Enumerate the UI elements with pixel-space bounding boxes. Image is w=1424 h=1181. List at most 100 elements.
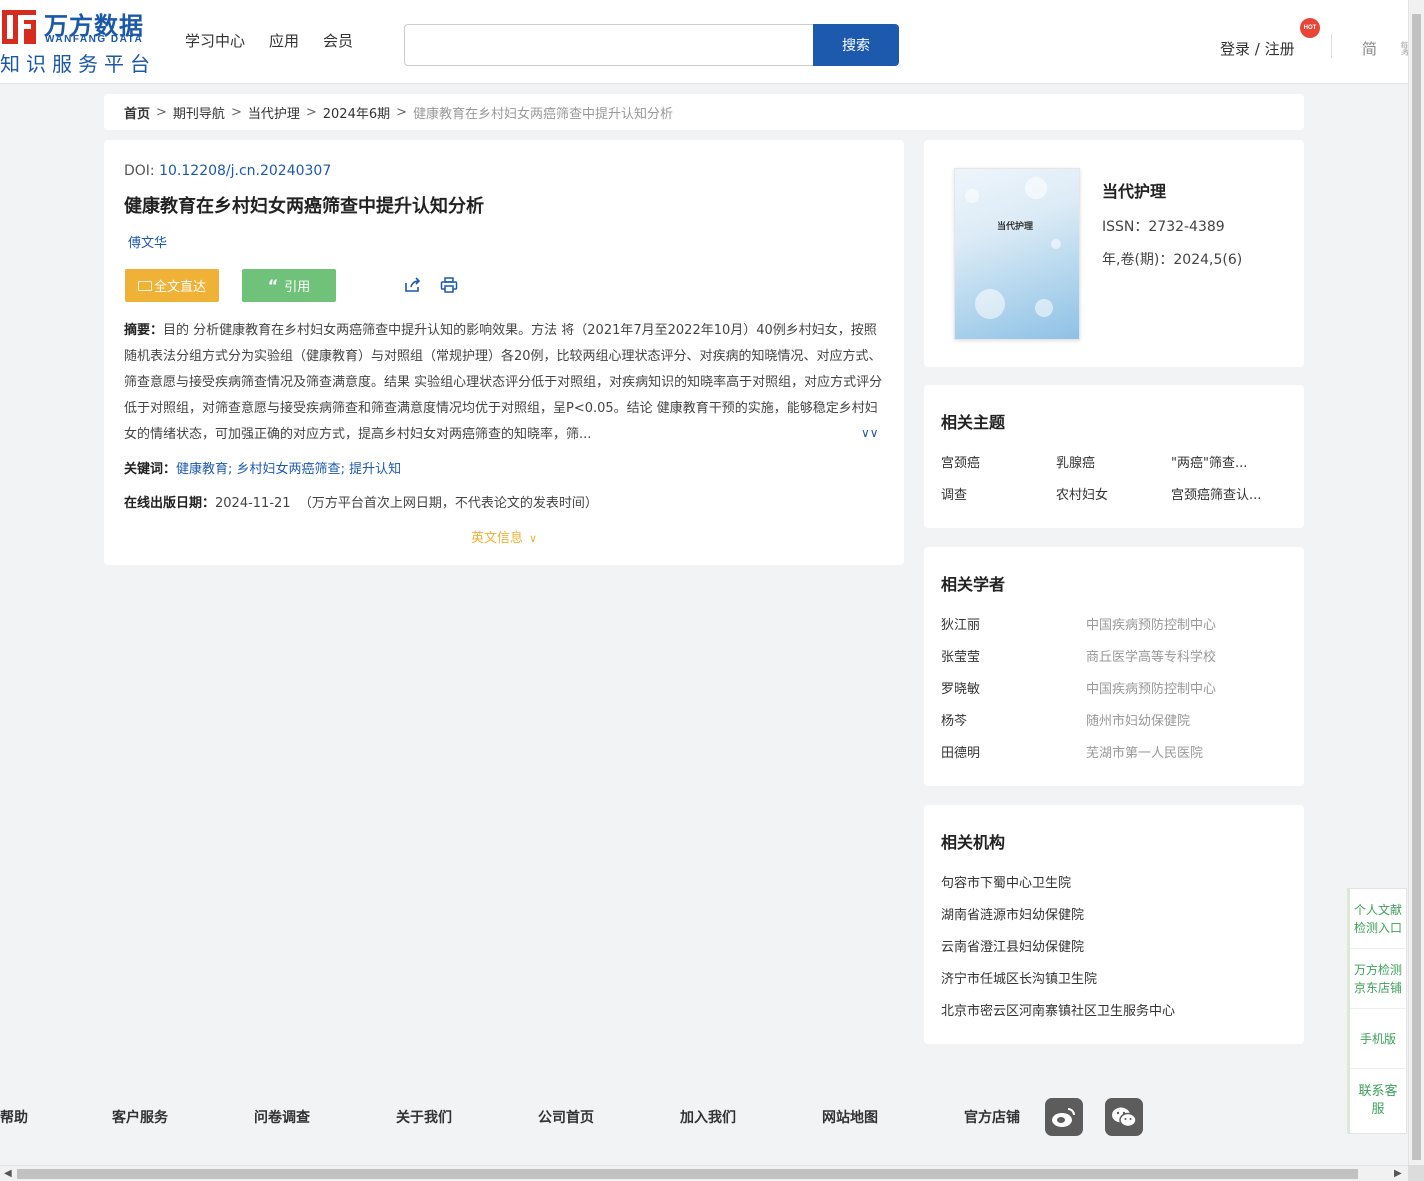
fulltext-label: 全文直达 [153, 280, 206, 295]
logo-subtitle: 知识服务平台 [0, 52, 156, 76]
expand-abstract-icon[interactable]: ∨∨ [861, 426, 879, 440]
hot-badge: HOT [1300, 18, 1320, 38]
doi-line: DOI: 10.12208/j.cn.20240307 [124, 163, 331, 179]
topic-item[interactable]: 乳腺癌 [1056, 452, 1095, 471]
english-info-toggle[interactable]: 英文信息 ∨ [104, 527, 904, 546]
topic-item[interactable]: 宫颈癌 [941, 452, 980, 471]
weibo-icon[interactable] [1045, 1098, 1083, 1136]
search-input[interactable] [404, 24, 814, 66]
scholar-org[interactable]: 随州市妇幼保健院 [1086, 710, 1190, 729]
nav-item-apps[interactable]: 应用 [269, 30, 299, 51]
cite-label: 引用 [284, 280, 311, 295]
panel-title: 相关主题 [941, 413, 1006, 432]
scholar-org[interactable]: 中国疾病预防控制中心 [1086, 678, 1216, 697]
panel-title: 相关机构 [941, 833, 1006, 852]
scholar-org[interactable]: 芜湖市第一人民医院 [1086, 742, 1203, 761]
breadcrumb-current: 健康教育在乡村妇女两癌筛查中提升认知分析 [413, 106, 674, 122]
logo-mark-icon [2, 10, 42, 49]
breadcrumb-sep: > [156, 104, 167, 120]
journal-cover[interactable]: 当代护理 [954, 168, 1080, 340]
footer-about[interactable]: 关于我们 [396, 1107, 452, 1127]
fulltext-icon [137, 280, 152, 291]
share-icon[interactable] [404, 277, 422, 293]
horizontal-scrollbar[interactable]: ◀ ▶ [0, 1165, 1408, 1181]
keyword-link[interactable]: 健康教育 [176, 462, 228, 477]
breadcrumb-sep: > [396, 104, 408, 120]
float-mobile[interactable]: 手机版 [1350, 1009, 1406, 1069]
topic-item[interactable]: "两癌"筛查... [1171, 452, 1247, 471]
scroll-right-icon[interactable]: ▶ [1394, 1168, 1402, 1179]
org-item[interactable]: 句容市下蜀中心卫生院 [941, 872, 1071, 891]
scroll-left-icon[interactable]: ◀ [4, 1168, 12, 1179]
vertical-scroll-thumb[interactable] [1412, 14, 1421, 1160]
search-button[interactable]: 搜索 [813, 24, 899, 66]
login-register-link[interactable]: 登录 / 注册 [1220, 38, 1295, 59]
journal-panel: 当代护理 当代护理 ISSN：2732-4389 年,卷(期)：2024,5(6… [924, 140, 1304, 367]
scholar-org[interactable]: 中国疾病预防控制中心 [1086, 614, 1216, 633]
org-item[interactable]: 北京市密云区河南寨镇社区卫生服务中心 [941, 1000, 1175, 1019]
quote-icon: “ [267, 275, 279, 295]
breadcrumb-issue[interactable]: 2024年6期 [323, 103, 390, 122]
footer-customer-service[interactable]: 客户服务 [112, 1107, 168, 1127]
wechat-icon[interactable] [1105, 1098, 1143, 1136]
breadcrumb: 首页 > 期刊导航 > 当代护理 > 2024年6期 > 健康教育在乡村妇女两癌… [104, 94, 1304, 130]
breadcrumb-journal[interactable]: 当代护理 [248, 103, 300, 122]
panel-title: 相关学者 [941, 575, 1006, 594]
lang-simplified[interactable]: 简 [1362, 38, 1377, 59]
org-item[interactable]: 湖南省涟源市妇幼保健院 [941, 904, 1084, 923]
org-item[interactable]: 济宁市任城区长沟镇卫生院 [941, 968, 1097, 987]
lang-traditional[interactable]: 繁 [1400, 38, 1408, 59]
header-divider [1331, 34, 1332, 58]
fulltext-button[interactable]: 全文直达 [125, 269, 219, 302]
vertical-scrollbar[interactable] [1408, 0, 1424, 1165]
org-item[interactable]: 云南省澄江县妇幼保健院 [941, 936, 1084, 955]
float-contact-service[interactable]: 联系客服 [1350, 1069, 1406, 1133]
topic-item[interactable]: 调查 [941, 484, 967, 503]
scholar-name[interactable]: 田德明 [941, 742, 980, 761]
footer-help[interactable]: 帮助 [0, 1107, 28, 1127]
float-jd-store[interactable]: 万方检测京东店铺 [1350, 949, 1406, 1009]
english-info-label: 英文信息 [470, 531, 523, 546]
logo-text-en: WANFANG DATA [45, 34, 144, 45]
nav-item-learning-center[interactable]: 学习中心 [185, 30, 245, 51]
author-link[interactable]: 傅文华 [128, 232, 167, 251]
keyword-link[interactable]: 乡村妇女两癌筛查 [237, 462, 341, 477]
journal-name[interactable]: 当代护理 [1102, 178, 1166, 202]
article-title: 健康教育在乡村妇女两癌筛查中提升认知分析 [124, 196, 484, 217]
cite-button[interactable]: “ 引用 [242, 269, 336, 302]
journal-issn: ISSN：2732-4389 [1102, 219, 1225, 235]
footer-official-store[interactable]: 官方店铺 [964, 1107, 1020, 1127]
main-nav: 学习中心 应用 会员 [185, 30, 353, 51]
footer-sitemap[interactable]: 网站地图 [822, 1107, 878, 1127]
cover-title: 当代护理 [997, 222, 1034, 232]
article-card: DOI: 10.12208/j.cn.20240307 健康教育在乡村妇女两癌筛… [104, 140, 904, 565]
topic-item[interactable]: 宫颈癌筛查认... [1171, 484, 1261, 503]
scholar-name[interactable]: 张莹莹 [941, 646, 980, 665]
footer: 帮助 客户服务 问卷调查 关于我们 公司首页 加入我们 网站地图 官方店铺 [0, 1095, 1160, 1139]
topic-item[interactable]: 农村妇女 [1056, 484, 1108, 503]
scholar-name[interactable]: 杨芩 [941, 710, 967, 729]
float-plagiarism-check[interactable]: 个人文献检测入口 [1350, 889, 1406, 949]
keyword-link[interactable]: 提升认知 [349, 462, 401, 477]
pubdate-value: 2024-11-21 [215, 496, 291, 511]
doi-link[interactable]: 10.12208/j.cn.20240307 [159, 163, 331, 179]
doi-label: DOI: [124, 163, 160, 179]
scholar-name[interactable]: 狄江丽 [941, 614, 980, 633]
journal-volume: 年,卷(期)：2024,5(6) [1102, 252, 1243, 268]
scholar-org[interactable]: 商丘医学高等专科学校 [1086, 646, 1216, 665]
scrollbar-corner [1408, 1165, 1424, 1181]
nav-item-member[interactable]: 会员 [323, 30, 353, 51]
footer-company-home[interactable]: 公司首页 [538, 1107, 594, 1127]
breadcrumb-sep: > [305, 104, 317, 120]
wanfang-logo[interactable]: 万方数据 WANFANG DATA 知识服务平台 [0, 6, 160, 76]
breadcrumb-journals[interactable]: 期刊导航 [173, 103, 225, 122]
keywords-label: 关键词： [124, 462, 177, 477]
footer-join-us[interactable]: 加入我们 [680, 1107, 736, 1127]
horizontal-scroll-thumb[interactable] [17, 1169, 1358, 1179]
scholar-name[interactable]: 罗晓敏 [941, 678, 980, 697]
pubdate-line: 在线出版日期：2024-11-21 （万方平台首次上网日期，不代表论文的发表时间… [124, 492, 598, 511]
footer-survey[interactable]: 问卷调查 [254, 1107, 310, 1127]
print-icon[interactable] [440, 277, 458, 293]
breadcrumb-home[interactable]: 首页 [124, 103, 150, 122]
related-orgs-panel: 相关机构 句容市下蜀中心卫生院 湖南省涟源市妇幼保健院 云南省澄江县妇幼保健院 … [924, 805, 1304, 1044]
